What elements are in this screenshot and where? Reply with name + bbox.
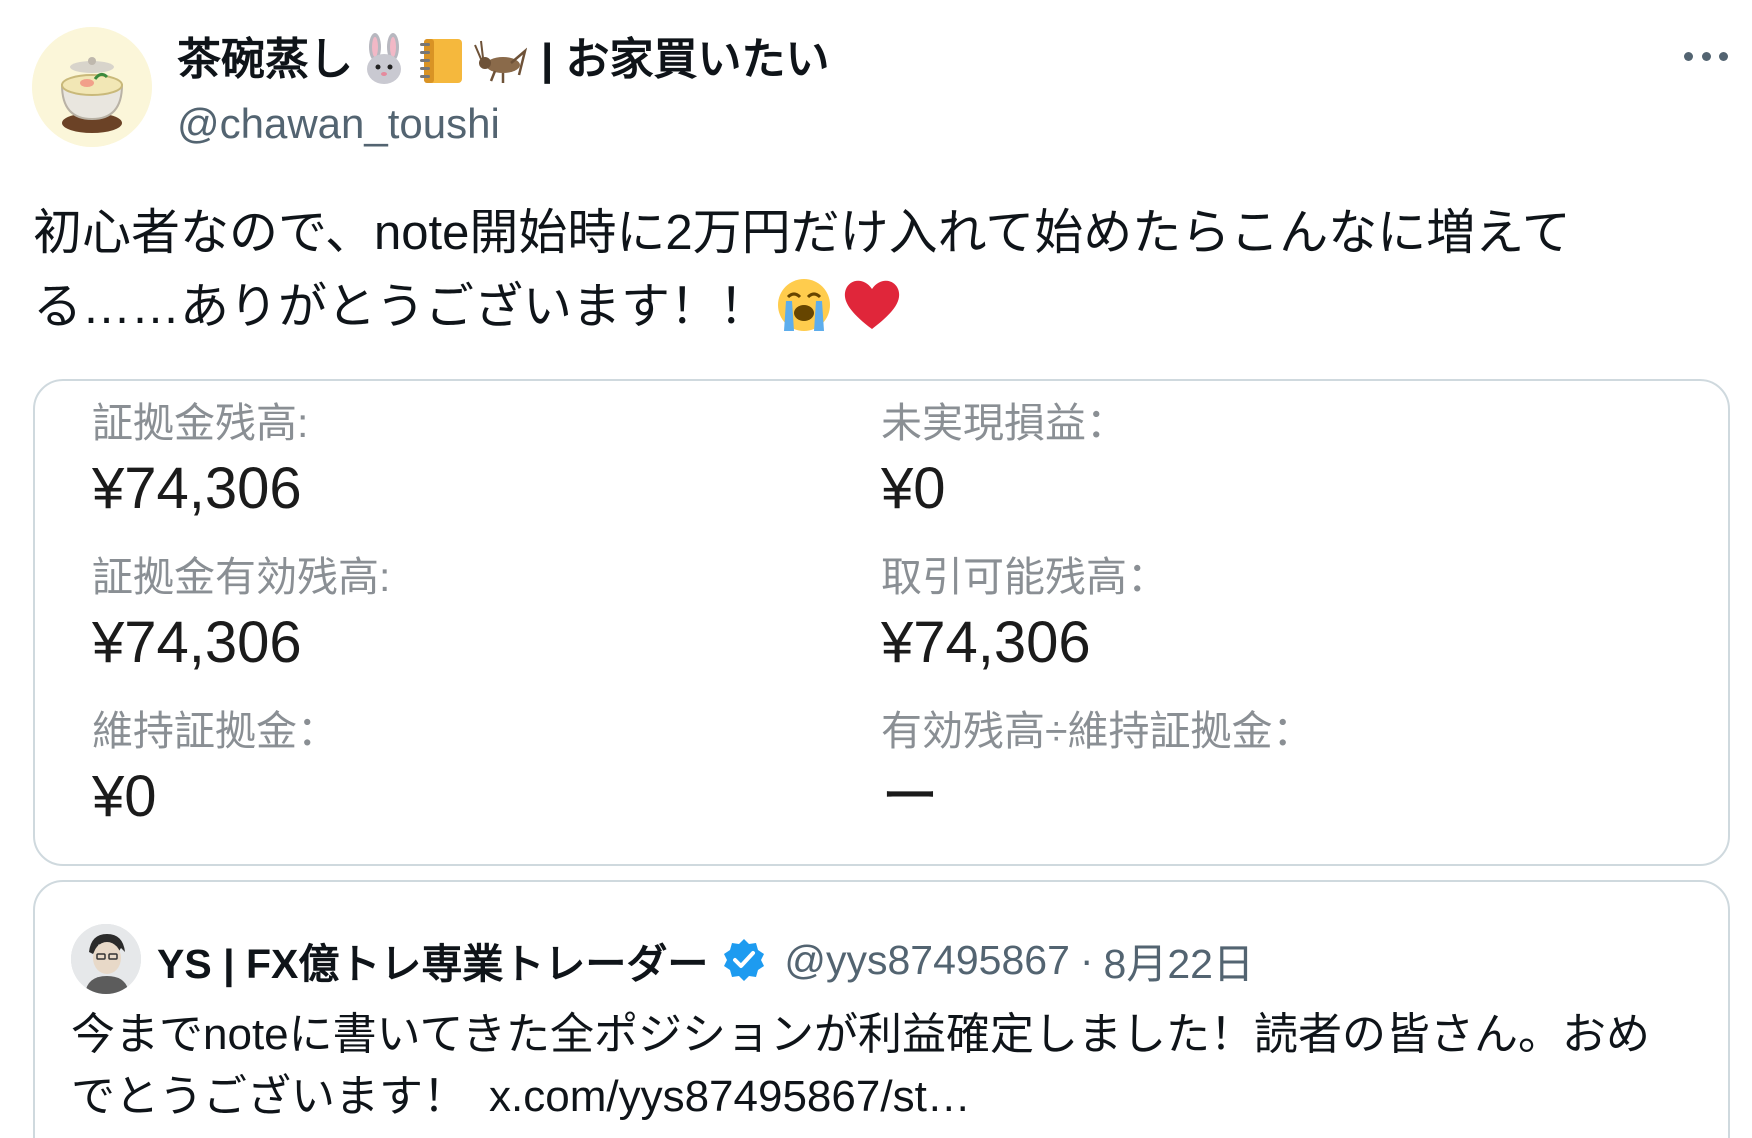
- quoted-author-avatar[interactable]: [71, 924, 141, 994]
- balance-value: ¥74,306: [92, 610, 302, 675]
- quoted-link[interactable]: x.com/yys87495867/st…: [489, 1072, 971, 1121]
- more-dot-icon: [1684, 51, 1693, 61]
- quoted-tweet[interactable]: YS | FX億トレ専業トレーダー @yys87495867 · 8月22日 今…: [33, 880, 1730, 1138]
- balance-value: ¥0: [92, 764, 157, 829]
- balance-label: 有効残高÷維持証拠金：: [881, 708, 1314, 754]
- chawanmushi-avatar-icon: [32, 27, 152, 147]
- loudly-crying-face-icon: [778, 279, 831, 331]
- more-dot-icon: [1701, 51, 1711, 61]
- balance-value: ¥74,306: [92, 456, 302, 521]
- author-name-suffix: | お家買いたい: [541, 35, 830, 84]
- balance-label: 取引可能残高：: [881, 554, 1168, 600]
- balance-value: ¥0: [881, 456, 946, 521]
- quoted-avatar-illustration-icon: [71, 924, 141, 994]
- balance-label: 維持証拠金：: [92, 708, 338, 754]
- quoted-date[interactable]: 8月22日: [1104, 930, 1254, 990]
- author-display-name[interactable]: 茶碗蒸し | お家買いたい: [177, 28, 830, 92]
- balance-item: 維持証拠金： ¥0: [92, 703, 338, 833]
- quoted-author-handle[interactable]: @yys87495867: [784, 937, 1070, 984]
- balance-item: 未実現損益： ¥0: [881, 395, 1127, 525]
- balance-value: ¥74,306: [881, 610, 1091, 675]
- author-name-text: 茶碗蒸し: [177, 35, 353, 84]
- quoted-author-name[interactable]: YS | FX億トレ専業トレーダー: [157, 930, 708, 990]
- balance-label: 証拠金有効残高:: [92, 554, 391, 600]
- balance-value: ー: [881, 764, 940, 829]
- account-balance-image[interactable]: 証拠金残高: ¥74,306 未実現損益： ¥0 証拠金有効残高: ¥74,30…: [33, 379, 1730, 866]
- verified-badge-icon: [724, 939, 765, 981]
- author-avatar[interactable]: [32, 27, 152, 147]
- ledger-notebook-icon: [420, 39, 462, 83]
- more-dot-icon: [1719, 51, 1728, 61]
- separator-dot: ·: [1079, 936, 1094, 983]
- balance-label: 証拠金残高:: [92, 400, 309, 446]
- balance-item: 証拠金有効残高: ¥74,306: [92, 549, 390, 679]
- balance-item: 有効残高÷維持証拠金： ー: [881, 703, 1314, 833]
- quoted-header: YS | FX億トレ専業トレーダー @yys87495867 · 8月22日: [157, 926, 1254, 994]
- more-options-button[interactable]: [1676, 36, 1736, 76]
- balance-item: 証拠金残高: ¥74,306: [92, 395, 308, 525]
- cricket-icon: [474, 40, 527, 83]
- author-handle[interactable]: @chawan_toushi: [177, 96, 500, 152]
- red-heart-icon: [844, 280, 900, 329]
- quoted-tweet-text: 今までnoteに書いてきた全ポジションが利益確定しました！読者の皆さん。おめでと…: [71, 1004, 1671, 1128]
- tweet-text: 初心者なので、note開始時に2万円だけ入れて始めたらこんなに増えてる……ありが…: [33, 196, 1713, 344]
- balance-label: 未実現損益：: [881, 400, 1127, 446]
- balance-item: 取引可能残高： ¥74,306: [881, 549, 1168, 679]
- rabbit-face-icon: [367, 33, 401, 84]
